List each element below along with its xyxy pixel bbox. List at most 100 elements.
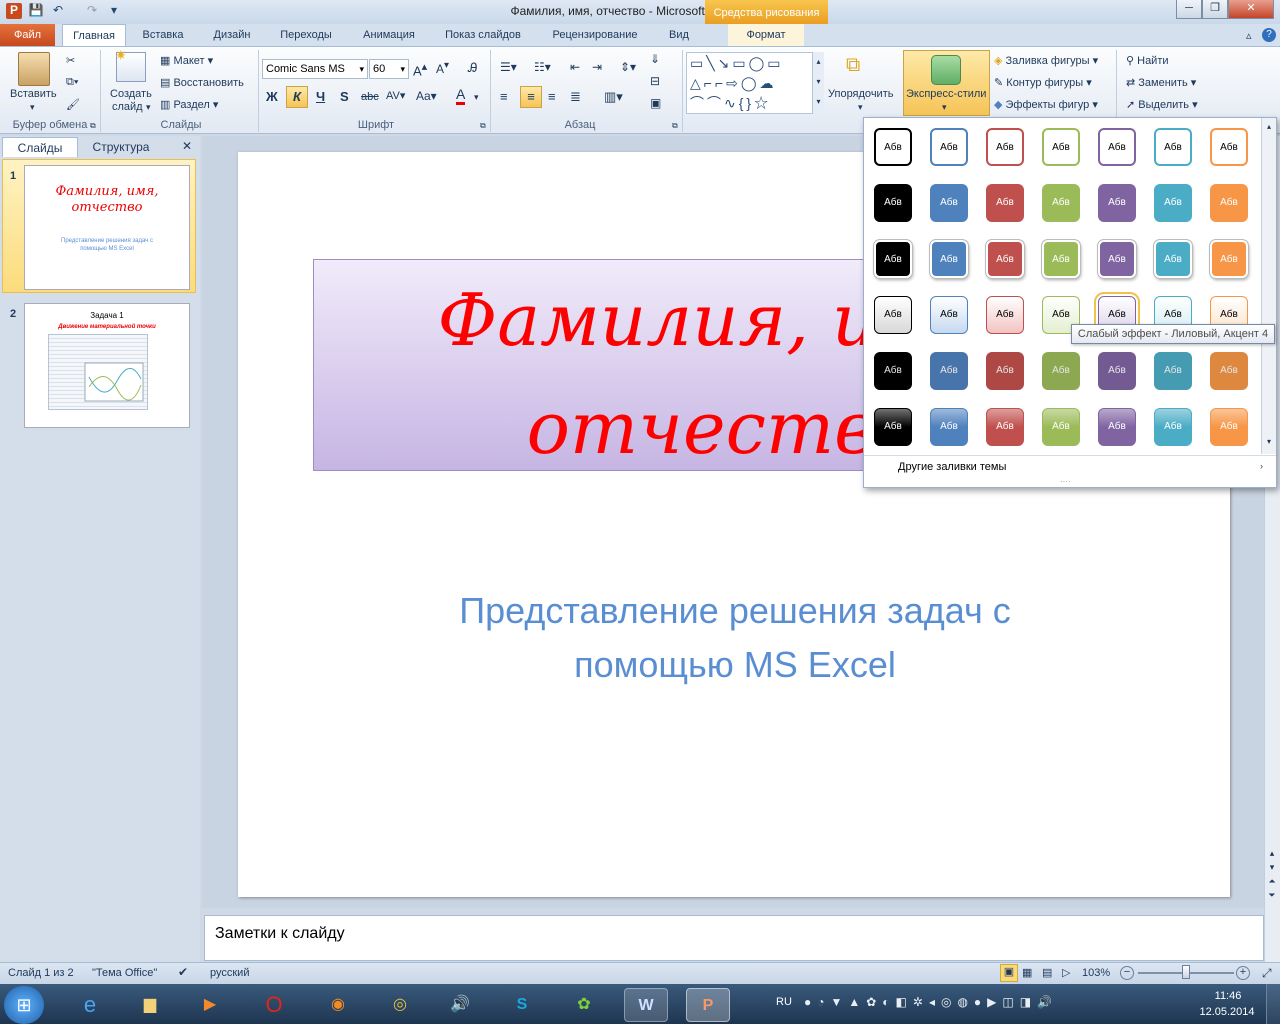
slide-sorter-icon[interactable]: ▦	[1022, 966, 1032, 979]
tab-format[interactable]: Формат	[728, 24, 804, 47]
align-text-icon[interactable]: ⊟	[650, 74, 660, 88]
underline-icon[interactable]: Ч	[316, 89, 325, 104]
style-swatch[interactable]: Абв	[1210, 128, 1248, 166]
arrange-button[interactable]: Упорядочить	[828, 88, 893, 100]
decrease-indent-icon[interactable]: ⇤	[570, 60, 580, 74]
style-swatch[interactable]: Абв	[1098, 408, 1136, 446]
zoom-in-icon[interactable]: +	[1236, 966, 1250, 980]
style-swatch[interactable]: Абв	[874, 408, 912, 446]
tab-review[interactable]: Рецензирование	[538, 24, 652, 47]
grow-font-icon[interactable]: A▴	[413, 60, 427, 78]
font-size-combo[interactable]: 60 ▾	[369, 59, 409, 79]
style-swatch[interactable]: Абв	[1154, 408, 1192, 446]
style-swatch[interactable]: Абв	[874, 352, 912, 390]
bullets-icon[interactable]: ☰▾	[500, 60, 517, 74]
style-swatch[interactable]: Абв	[1154, 352, 1192, 390]
paste-button[interactable]: Вставить	[10, 88, 57, 100]
copy-icon[interactable]: ⧉▾	[66, 76, 78, 89]
notes-pane[interactable]: Заметки к слайду	[204, 915, 1264, 961]
show-desktop-button[interactable]	[1266, 984, 1280, 1024]
shape-outline-button[interactable]: ✎ Контур фигуры ▾	[994, 76, 1092, 89]
shadow-text-icon[interactable]: S	[340, 89, 349, 104]
section-button[interactable]: ▥ Раздел ▾	[160, 98, 218, 111]
increase-indent-icon[interactable]: ⇥	[592, 60, 602, 74]
find-button[interactable]: ⚲ Найти	[1126, 54, 1169, 67]
slide-subtitle[interactable]: Представление решения задач с помощью MS …	[380, 584, 1090, 692]
tab-slideshow[interactable]: Показ слайдов	[436, 24, 530, 47]
reset-button[interactable]: ▤ Восстановить	[160, 76, 244, 89]
icq-icon[interactable]: ✿	[562, 988, 606, 1022]
tab-transitions[interactable]: Переходы	[270, 24, 342, 47]
clear-formatting-icon[interactable]: Ꭿ	[468, 60, 477, 76]
style-swatch[interactable]: Абв	[986, 184, 1024, 222]
help-icon[interactable]: ?	[1262, 28, 1276, 42]
clock-time[interactable]: 11:46	[1198, 990, 1258, 1002]
style-swatch[interactable]: Абв	[930, 408, 968, 446]
shapes-gallery[interactable]: ▭╲↘▭◯▭ △⌐⌐⇨◯☁ ⌒⌒∿{}☆	[686, 52, 822, 114]
opera-icon[interactable]: O	[252, 988, 296, 1022]
font-color-dropdown-icon[interactable]: ▾	[474, 92, 479, 103]
media-player-icon[interactable]: ▶	[188, 988, 232, 1022]
resize-grip-icon[interactable]: ····	[1060, 477, 1071, 486]
style-swatch[interactable]: Абв	[930, 296, 968, 334]
theme-name[interactable]: "Тема Office"	[92, 967, 157, 979]
character-spacing-icon[interactable]: AV▾	[386, 89, 405, 102]
close-panel-icon[interactable]: ✕	[182, 139, 192, 153]
smartart-icon[interactable]: ▣	[650, 96, 661, 110]
style-swatch[interactable]: Абв	[1154, 240, 1192, 278]
bold-icon[interactable]: Ж	[266, 89, 278, 104]
tab-insert[interactable]: Вставка	[132, 24, 194, 47]
style-swatch[interactable]: Абв	[1098, 240, 1136, 278]
line-spacing-icon[interactable]: ⇕▾	[620, 60, 636, 74]
more-theme-fills-item[interactable]: Другие заливки темы	[898, 461, 1006, 473]
style-swatch[interactable]: Абв	[1210, 352, 1248, 390]
minimize-ribbon-icon[interactable]: ▵	[1246, 29, 1252, 42]
style-swatch[interactable]: Абв	[930, 352, 968, 390]
new-slide-dropdown-icon[interactable]: ▾	[146, 102, 151, 113]
style-swatch[interactable]: Абв	[986, 128, 1024, 166]
explorer-folder-icon[interactable]: ▆	[128, 988, 172, 1022]
new-slide-label-2[interactable]: слайд	[112, 101, 143, 113]
dialog-launcher-icon[interactable]: ⧉	[90, 121, 96, 131]
normal-view-icon[interactable]: ▣	[1000, 964, 1018, 982]
align-center-icon[interactable]: ≡	[520, 86, 542, 108]
style-swatch[interactable]: Абв	[1154, 128, 1192, 166]
input-language[interactable]: RU	[776, 996, 792, 1008]
shrink-font-icon[interactable]: A▾	[436, 60, 449, 76]
style-swatch[interactable]: Абв	[1042, 408, 1080, 446]
replace-button[interactable]: ⇄ Заменить ▾	[1126, 76, 1196, 89]
numbering-icon[interactable]: ☷▾	[534, 60, 551, 74]
style-swatch[interactable]: Абв	[1098, 128, 1136, 166]
style-swatch[interactable]: Абв	[986, 296, 1024, 334]
shapes-gallery-scroll[interactable]: ▴ ▾ ▾	[812, 52, 824, 114]
volume-app-icon[interactable]: 🔊	[438, 988, 482, 1022]
start-button-icon[interactable]: ⊞	[4, 986, 44, 1024]
align-right-icon[interactable]: ≡	[548, 89, 556, 104]
style-swatch[interactable]: Абв	[930, 128, 968, 166]
style-swatch[interactable]: Абв	[986, 352, 1024, 390]
quick-styles-dropdown-icon[interactable]: ▾	[942, 102, 947, 113]
style-swatch[interactable]: Абв	[874, 296, 912, 334]
style-swatch[interactable]: Абв	[1042, 128, 1080, 166]
change-case-icon[interactable]: Aa▾	[416, 89, 437, 103]
style-swatch[interactable]: Абв	[986, 240, 1024, 278]
select-button[interactable]: ➚ Выделить ▾	[1126, 98, 1198, 111]
tab-slides[interactable]: Слайды	[2, 137, 78, 157]
gallery-scrollbar[interactable]: ▴ ▾	[1261, 118, 1276, 454]
arrange-dropdown-icon[interactable]: ▾	[858, 102, 863, 113]
maximize-button[interactable]: ❐	[1202, 0, 1228, 19]
format-painter-icon[interactable]: 🖌	[66, 98, 80, 111]
italic-icon[interactable]: К	[286, 86, 308, 108]
font-family-combo[interactable]: Comic Sans MS ▾	[262, 59, 368, 79]
style-swatch[interactable]: Абв	[1210, 408, 1248, 446]
scroll-nav-icons[interactable]: ▴ ▾ ⏶ ⏷	[1266, 846, 1278, 902]
fit-to-window-icon[interactable]: ⤢	[1262, 966, 1272, 981]
chrome-icon[interactable]: ◎	[378, 988, 422, 1022]
font-dialog-launcher-icon[interactable]: ⧉	[480, 121, 486, 131]
justify-icon[interactable]: ≣	[570, 89, 581, 105]
strikethrough-icon[interactable]: abc	[361, 91, 379, 103]
style-swatch[interactable]: Абв	[1210, 184, 1248, 222]
tray-icons[interactable]: ●◔▼▲✿◐◧✲◂◎◍●▶◫◨🔊	[804, 995, 1058, 1009]
tab-view[interactable]: Вид	[660, 24, 698, 47]
tab-design[interactable]: Дизайн	[202, 24, 262, 47]
